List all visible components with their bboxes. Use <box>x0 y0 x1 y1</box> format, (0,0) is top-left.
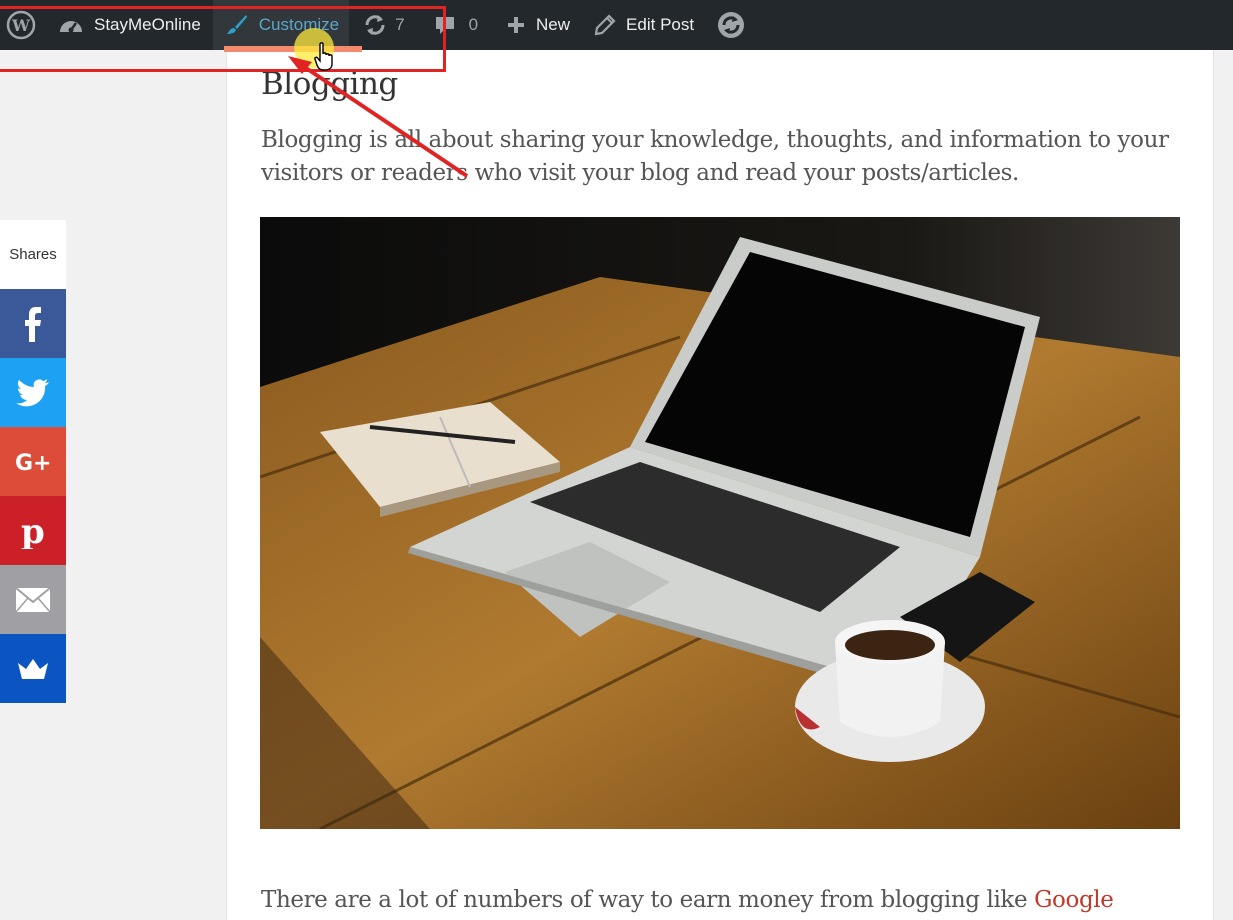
wordpress-logo-icon: W <box>6 10 36 40</box>
site-name-menu[interactable]: StayMeOnline <box>48 0 213 50</box>
wordpress-menu[interactable]: W <box>0 0 48 50</box>
twitter-icon <box>16 378 49 406</box>
share-count-label: Shares <box>0 220 66 289</box>
site-name: StayMeOnline <box>94 15 201 34</box>
featured-image <box>260 217 1180 829</box>
updates-count: 7 <box>395 15 405 34</box>
svg-text:p: p <box>21 513 45 549</box>
svg-text:W: W <box>11 16 31 35</box>
email-icon <box>15 586 51 612</box>
google-plus-icon: G+ <box>15 451 52 476</box>
comment-icon <box>435 17 454 34</box>
edit-post-link[interactable]: Edit Post <box>584 0 708 50</box>
email-share-button[interactable] <box>0 565 66 634</box>
google-plus-share-button[interactable]: G+ <box>0 427 66 496</box>
plus-icon <box>508 17 525 33</box>
facebook-icon <box>25 306 41 342</box>
twitter-share-button[interactable] <box>0 358 66 427</box>
pinterest-share-button[interactable]: p <box>0 496 66 565</box>
brush-icon <box>226 15 247 34</box>
updates-icon <box>365 15 385 35</box>
admin-bar: W StayMeOnline Customize 7 0 New Edit Po… <box>0 0 1233 50</box>
dashboard-icon <box>60 21 82 33</box>
post-body-text: There are a lot of numbers of way to ear… <box>261 887 1035 913</box>
sumo-share-button[interactable] <box>0 634 66 703</box>
crown-icon <box>18 658 48 679</box>
customize-highlight-bar <box>224 46 362 52</box>
pinterest-icon: p <box>21 513 45 549</box>
comments-count: 0 <box>468 15 479 34</box>
pencil-icon <box>594 14 616 36</box>
sync-menu[interactable] <box>708 0 756 50</box>
sync-icon <box>718 12 745 38</box>
comments-link[interactable]: 0 <box>419 0 492 50</box>
updates-link[interactable]: 7 <box>349 0 418 50</box>
post-intro: Blogging is all about sharing your knowl… <box>261 127 1169 186</box>
new-label: New <box>536 15 571 34</box>
share-sidebar: Shares G+ p <box>0 220 66 703</box>
new-content-menu[interactable]: New <box>492 0 584 50</box>
facebook-share-button[interactable] <box>0 289 66 358</box>
hand-cursor-icon <box>314 42 333 71</box>
post-body: There are a lot of numbers of way to ear… <box>261 884 1201 917</box>
google-link[interactable]: Google <box>1034 887 1114 913</box>
svg-text:G+: G+ <box>15 451 52 476</box>
edit-post-label: Edit Post <box>626 15 695 34</box>
